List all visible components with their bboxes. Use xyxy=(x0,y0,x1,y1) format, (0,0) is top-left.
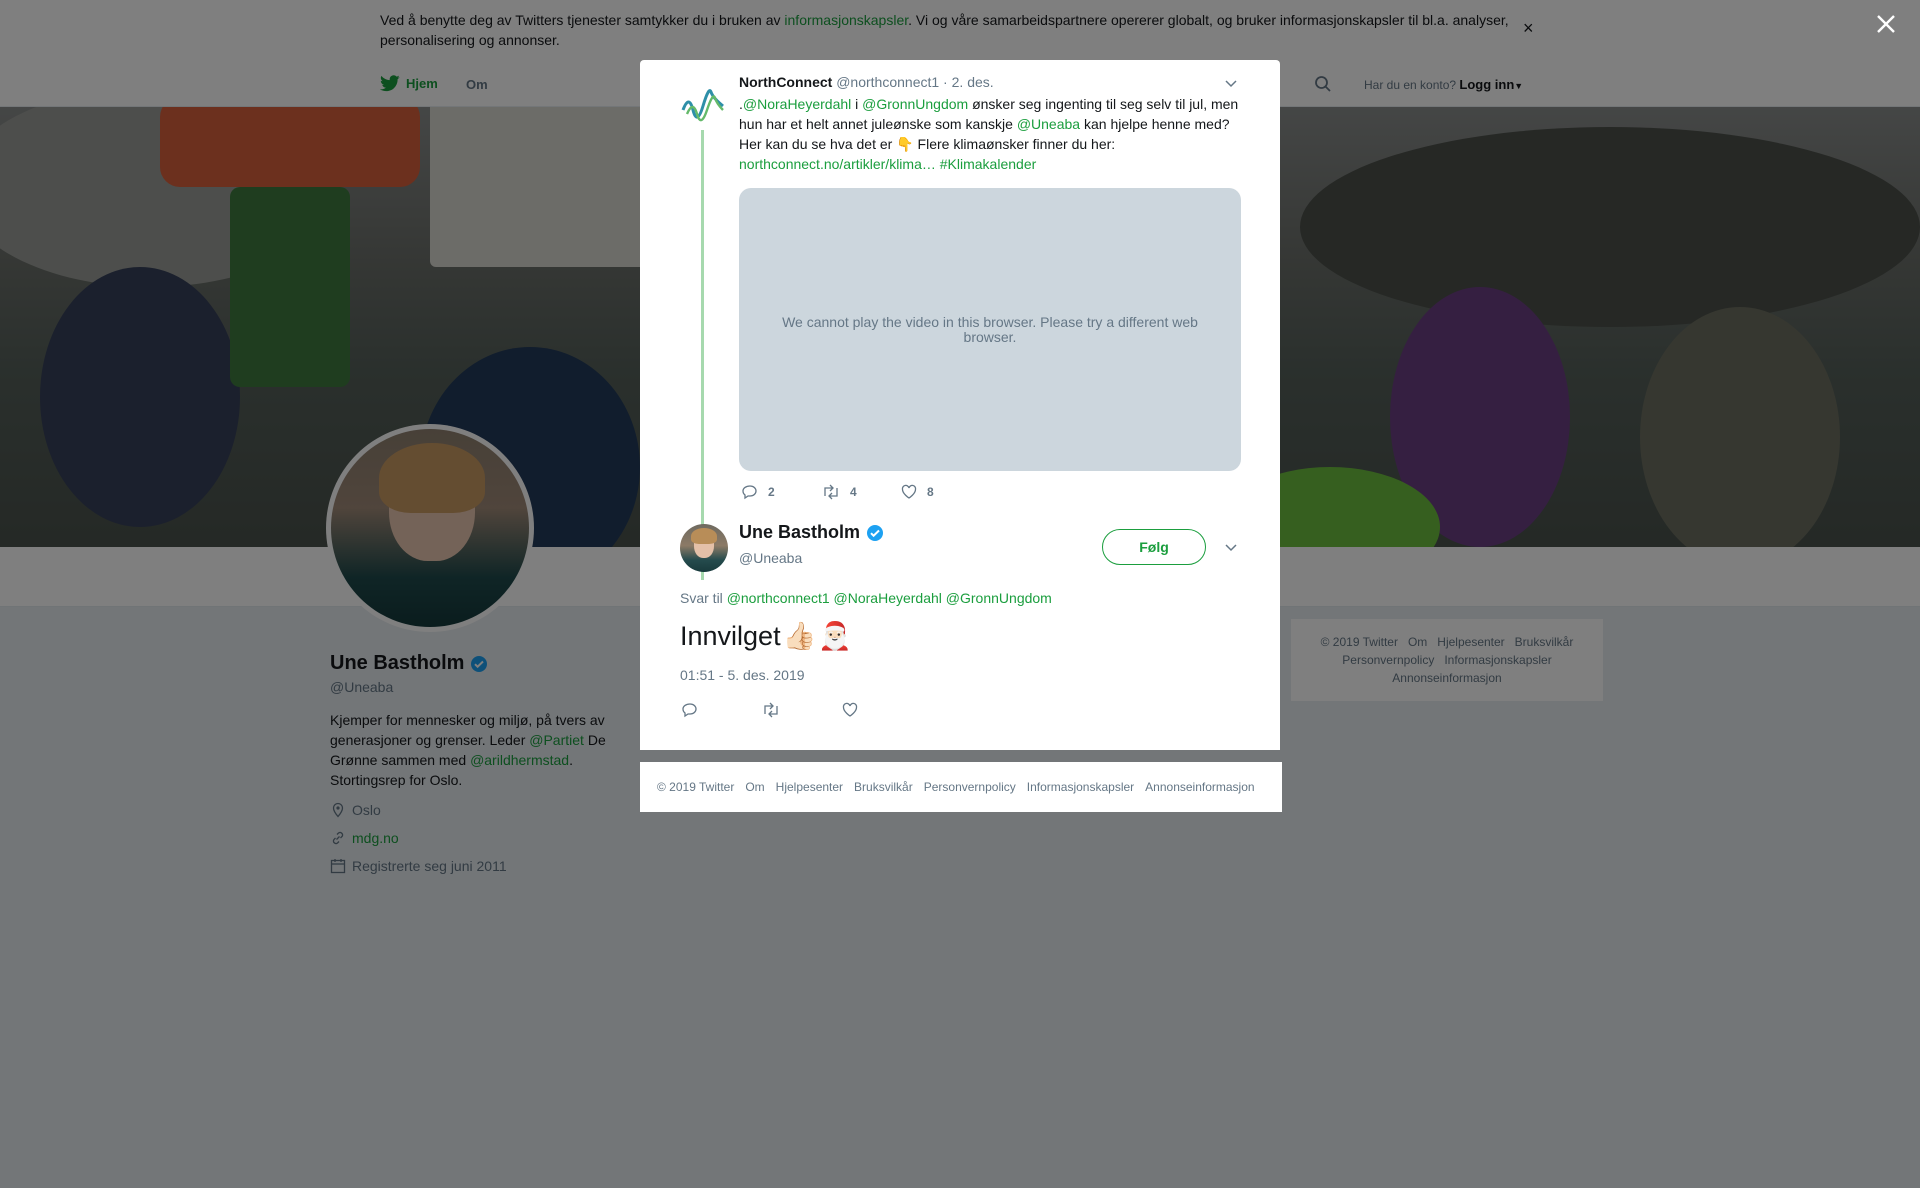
northconnect-avatar[interactable] xyxy=(679,80,727,128)
parent-author-name[interactable]: NorthConnect xyxy=(739,74,832,90)
close-icon[interactable] xyxy=(1874,12,1898,36)
verified-badge-icon xyxy=(867,524,884,541)
video-error-message: We cannot play the video in this browser… xyxy=(782,313,1198,345)
reply-mention-northconnect1[interactable]: @northconnect1 xyxy=(727,590,830,606)
retweet-count: 4 xyxy=(850,485,857,499)
tweet-text-c: Flere klimaønsker finner du her: xyxy=(913,136,1116,152)
footer-link-terms[interactable]: Bruksvilkår xyxy=(854,780,913,794)
reply-author-avatar[interactable] xyxy=(680,524,728,572)
footer-link-about[interactable]: Om xyxy=(745,780,764,794)
reply-timestamp[interactable]: 01:51 - 5. des. 2019 xyxy=(680,667,805,683)
reply-to-context: Svar til @northconnect1 @NoraHeyerdahl @… xyxy=(680,590,1052,606)
reply-mention-noraheyerdahl[interactable]: @NoraHeyerdahl xyxy=(834,590,942,606)
chevron-down-icon[interactable] xyxy=(1224,540,1238,554)
reply-text-body: Innvilget xyxy=(680,620,781,651)
retweet-action[interactable]: 4 xyxy=(822,484,857,500)
thumbs-up-emoji: 👍🏻 xyxy=(782,621,817,651)
tweet-text-i: i xyxy=(851,96,863,112)
hashtag-klimakalender[interactable]: #Klimakalender xyxy=(940,156,1037,172)
tweet-permalink-modal: NorthConnect @northconnect1 · 2. des. .@… xyxy=(640,60,1280,750)
footer-link-cookies[interactable]: Informasjonskapsler xyxy=(1027,780,1134,794)
footer-copyright: © 2019 Twitter xyxy=(657,780,735,794)
reply-icon xyxy=(742,485,757,500)
retweet-icon[interactable] xyxy=(762,702,780,718)
parent-author-handle[interactable]: @northconnect1 xyxy=(836,74,939,90)
retweet-icon xyxy=(824,484,838,500)
reply-mention-gronnungdom[interactable]: @GronnUngdom xyxy=(946,590,1052,606)
footer-link-help[interactable]: Hjelpesenter xyxy=(776,780,843,794)
mention-noraheyerdahl[interactable]: @NoraHeyerdahl xyxy=(743,96,851,112)
modal-footer: © 2019 Twitter Om Hjelpesenter Bruksvilk… xyxy=(640,762,1282,812)
follow-button[interactable]: Følg xyxy=(1102,529,1206,565)
heart-icon[interactable] xyxy=(842,702,858,718)
reply-tweet-text: Innvilget 👍🏻 🎅🏻 xyxy=(680,620,852,652)
thread-connector-line xyxy=(701,130,704,580)
like-count: 8 xyxy=(927,485,934,499)
reply-author-handle[interactable]: @Uneaba xyxy=(739,550,802,566)
video-player[interactable]: We cannot play the video in this browser… xyxy=(739,188,1241,471)
footer-link-privacy[interactable]: Personvernpolicy xyxy=(924,780,1016,794)
like-action[interactable]: 8 xyxy=(901,484,934,500)
parent-tweet-header: NorthConnect @northconnect1 · 2. des. xyxy=(739,74,994,90)
reply-count: 2 xyxy=(768,485,775,499)
parent-tweet-date[interactable]: 2. des. xyxy=(952,74,994,90)
reply-icon[interactable] xyxy=(682,702,698,718)
chevron-down-icon[interactable] xyxy=(1224,76,1238,90)
reply-author-name-text: Une Bastholm xyxy=(739,522,861,542)
parent-separator: · xyxy=(939,74,952,90)
reply-author-name[interactable]: Une Bastholm xyxy=(739,522,884,543)
santa-emoji: 🎅🏻 xyxy=(818,621,852,651)
reply-action[interactable]: 2 xyxy=(742,484,775,500)
heart-icon xyxy=(901,484,917,499)
footer-link-ads[interactable]: Annonseinformasjon xyxy=(1145,780,1254,794)
tweet-url-link[interactable]: northconnect.no/artikler/klima… xyxy=(739,156,936,172)
mention-uneaba[interactable]: @Uneaba xyxy=(1017,116,1080,132)
parent-tweet-text: .@NoraHeyerdahl i @GronnUngdom ønsker se… xyxy=(739,94,1249,174)
mention-gronnungdom[interactable]: @GronnUngdom xyxy=(862,96,968,112)
reply-to-label: Svar til xyxy=(680,590,723,606)
pointing-down-emoji: 👇 xyxy=(896,136,914,152)
